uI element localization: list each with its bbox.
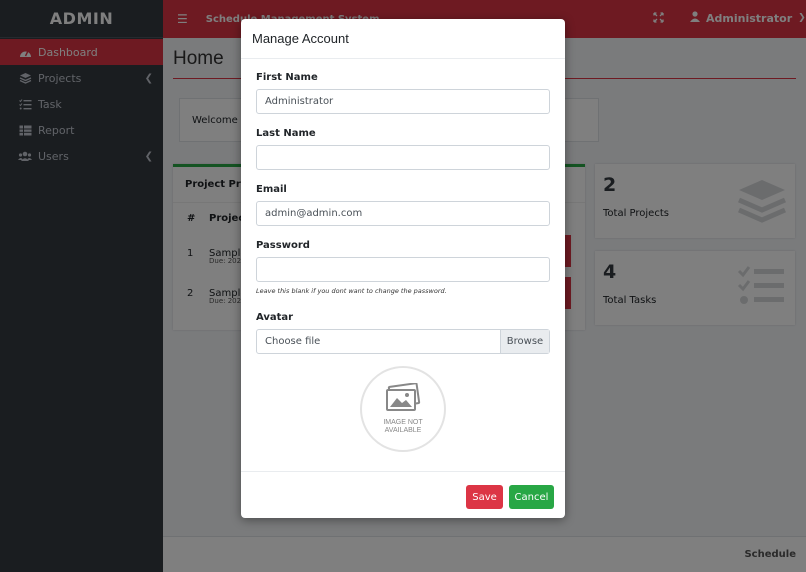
avatar-preview: IMAGE NOT AVAILABLE — [360, 366, 446, 452]
password-input[interactable] — [256, 257, 550, 282]
modal-footer: Save Cancel — [241, 471, 565, 518]
modal-title: Manage Account — [241, 19, 565, 59]
cancel-button[interactable]: Cancel — [509, 485, 554, 509]
avatar-file-input[interactable]: Choose file Browse — [256, 329, 550, 354]
email-label: Email — [256, 184, 287, 195]
first-name-group: First Name — [256, 72, 550, 114]
avatar-group: Avatar Choose file Browse — [256, 312, 550, 354]
file-placeholder: Choose file — [265, 336, 321, 347]
first-name-label: First Name — [256, 72, 318, 83]
password-hint: Leave this blank if you dont want to cha… — [256, 287, 447, 295]
save-button[interactable]: Save — [466, 485, 503, 509]
password-label: Password — [256, 240, 310, 251]
last-name-input[interactable] — [256, 145, 550, 170]
image-icon — [384, 382, 422, 416]
image-not-available-text: IMAGE NOT AVAILABLE — [383, 419, 423, 434]
password-group: Password Leave this blank if you dont wa… — [256, 240, 550, 295]
last-name-label: Last Name — [256, 128, 316, 139]
last-name-group: Last Name — [256, 128, 550, 170]
manage-account-modal: Manage Account First Name Last Name Emai… — [241, 19, 565, 518]
browse-button[interactable]: Browse — [500, 330, 549, 353]
avatar-label: Avatar — [256, 312, 294, 323]
email-group: Email — [256, 184, 550, 226]
first-name-input[interactable] — [256, 89, 550, 114]
email-input[interactable] — [256, 201, 550, 226]
